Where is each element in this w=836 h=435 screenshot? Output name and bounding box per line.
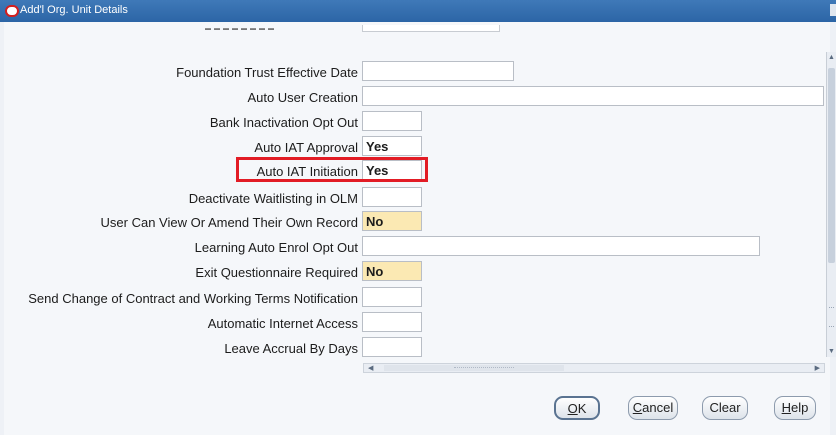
horizontal-scrollbar[interactable]: ◀ ▶ (363, 363, 825, 373)
field-label: Leave Accrual By Days (224, 341, 358, 356)
scroll-down-icon[interactable]: ▼ (828, 348, 835, 355)
scroll-grip-icon[interactable] (829, 307, 834, 327)
oracle-logo-icon (5, 5, 19, 17)
automatic-internet-access-field[interactable] (362, 312, 422, 332)
scroll-grip-icon (454, 367, 514, 372)
bank-inactivation-opt-out-field[interactable] (362, 111, 422, 131)
auto-iat-approval-field[interactable]: Yes (362, 136, 422, 156)
ok-label-rest: K (577, 401, 587, 416)
row-automatic-internet-access: Automatic Internet Access (0, 312, 424, 334)
row-bank-inactivation-opt-out: Bank Inactivation Opt Out (0, 111, 424, 133)
foundation-trust-effective-date-field[interactable] (362, 61, 514, 81)
row-exit-questionnaire-required: Exit Questionnaire Required No (0, 261, 424, 283)
vertical-scrollbar[interactable]: ▲ ▼ (826, 52, 836, 357)
row-send-change-of-contract: Send Change of Contract and Working Term… (0, 287, 424, 309)
help-mnemonic: H (781, 400, 792, 415)
row-user-can-view-or-amend: User Can View Or Amend Their Own Record … (0, 211, 424, 233)
titlebar-edge (830, 4, 836, 16)
auto-user-creation-field[interactable] (362, 86, 824, 106)
send-change-of-contract-field[interactable] (362, 287, 422, 307)
user-can-view-or-amend-field[interactable]: No (362, 211, 422, 231)
cancel-label-rest: ancel (642, 400, 674, 415)
field-label: Learning Auto Enrol Opt Out (194, 240, 358, 255)
row-learning-auto-enrol-opt-out: Learning Auto Enrol Opt Out (0, 236, 762, 258)
exit-questionnaire-required-field[interactable]: No (362, 261, 422, 281)
clipped-label: ▬▬▬▬▬▬▬▬ (205, 26, 277, 30)
row-foundation-trust-effective-date: Foundation Trust Effective Date (0, 61, 516, 83)
help-label-rest: elp (791, 400, 809, 415)
cancel-mnemonic: C (632, 400, 643, 415)
ok-button[interactable]: OK (554, 396, 600, 420)
deactivate-waitlisting-field[interactable] (362, 187, 422, 207)
field-label: Send Change of Contract and Working Term… (28, 291, 358, 306)
scroll-right-icon[interactable]: ▶ (815, 364, 820, 372)
field-label: User Can View Or Amend Their Own Record (100, 215, 358, 230)
cancel-button[interactable]: Cancel (628, 396, 678, 420)
row-deactivate-waitlisting-in-olm: Deactivate Waitlisting in OLM (0, 187, 424, 209)
field-label: Automatic Internet Access (207, 316, 358, 331)
highlight-box (236, 157, 428, 182)
scroll-up-icon[interactable]: ▲ (828, 54, 835, 61)
field-label: Exit Questionnaire Required (195, 265, 358, 280)
row-auto-iat-approval: Auto IAT Approval Yes (0, 136, 424, 158)
learning-auto-enrol-opt-out-field[interactable] (362, 236, 760, 256)
field-label: Auto IAT Approval (254, 140, 358, 155)
horizontal-scroll-thumb[interactable] (384, 365, 564, 371)
ok-mnemonic: O (567, 401, 578, 416)
window-titlebar: Add'l Org. Unit Details (0, 0, 836, 22)
scroll-left-icon[interactable]: ◀ (368, 364, 373, 372)
row-auto-user-creation: Auto User Creation (0, 86, 826, 108)
clipped-field[interactable] (362, 25, 500, 32)
field-label: Foundation Trust Effective Date (176, 65, 358, 80)
clear-button[interactable]: Clear (702, 396, 748, 420)
leave-accrual-by-days-field[interactable] (362, 337, 422, 357)
field-label: Auto User Creation (247, 90, 358, 105)
field-label: Bank Inactivation Opt Out (209, 115, 358, 130)
window-title: Add'l Org. Unit Details (20, 4, 128, 16)
field-label: Deactivate Waitlisting in OLM (188, 191, 358, 206)
help-button[interactable]: Help (774, 396, 816, 420)
vertical-scroll-thumb[interactable] (828, 68, 835, 263)
row-leave-accrual-by-days: Leave Accrual By Days (0, 337, 424, 359)
